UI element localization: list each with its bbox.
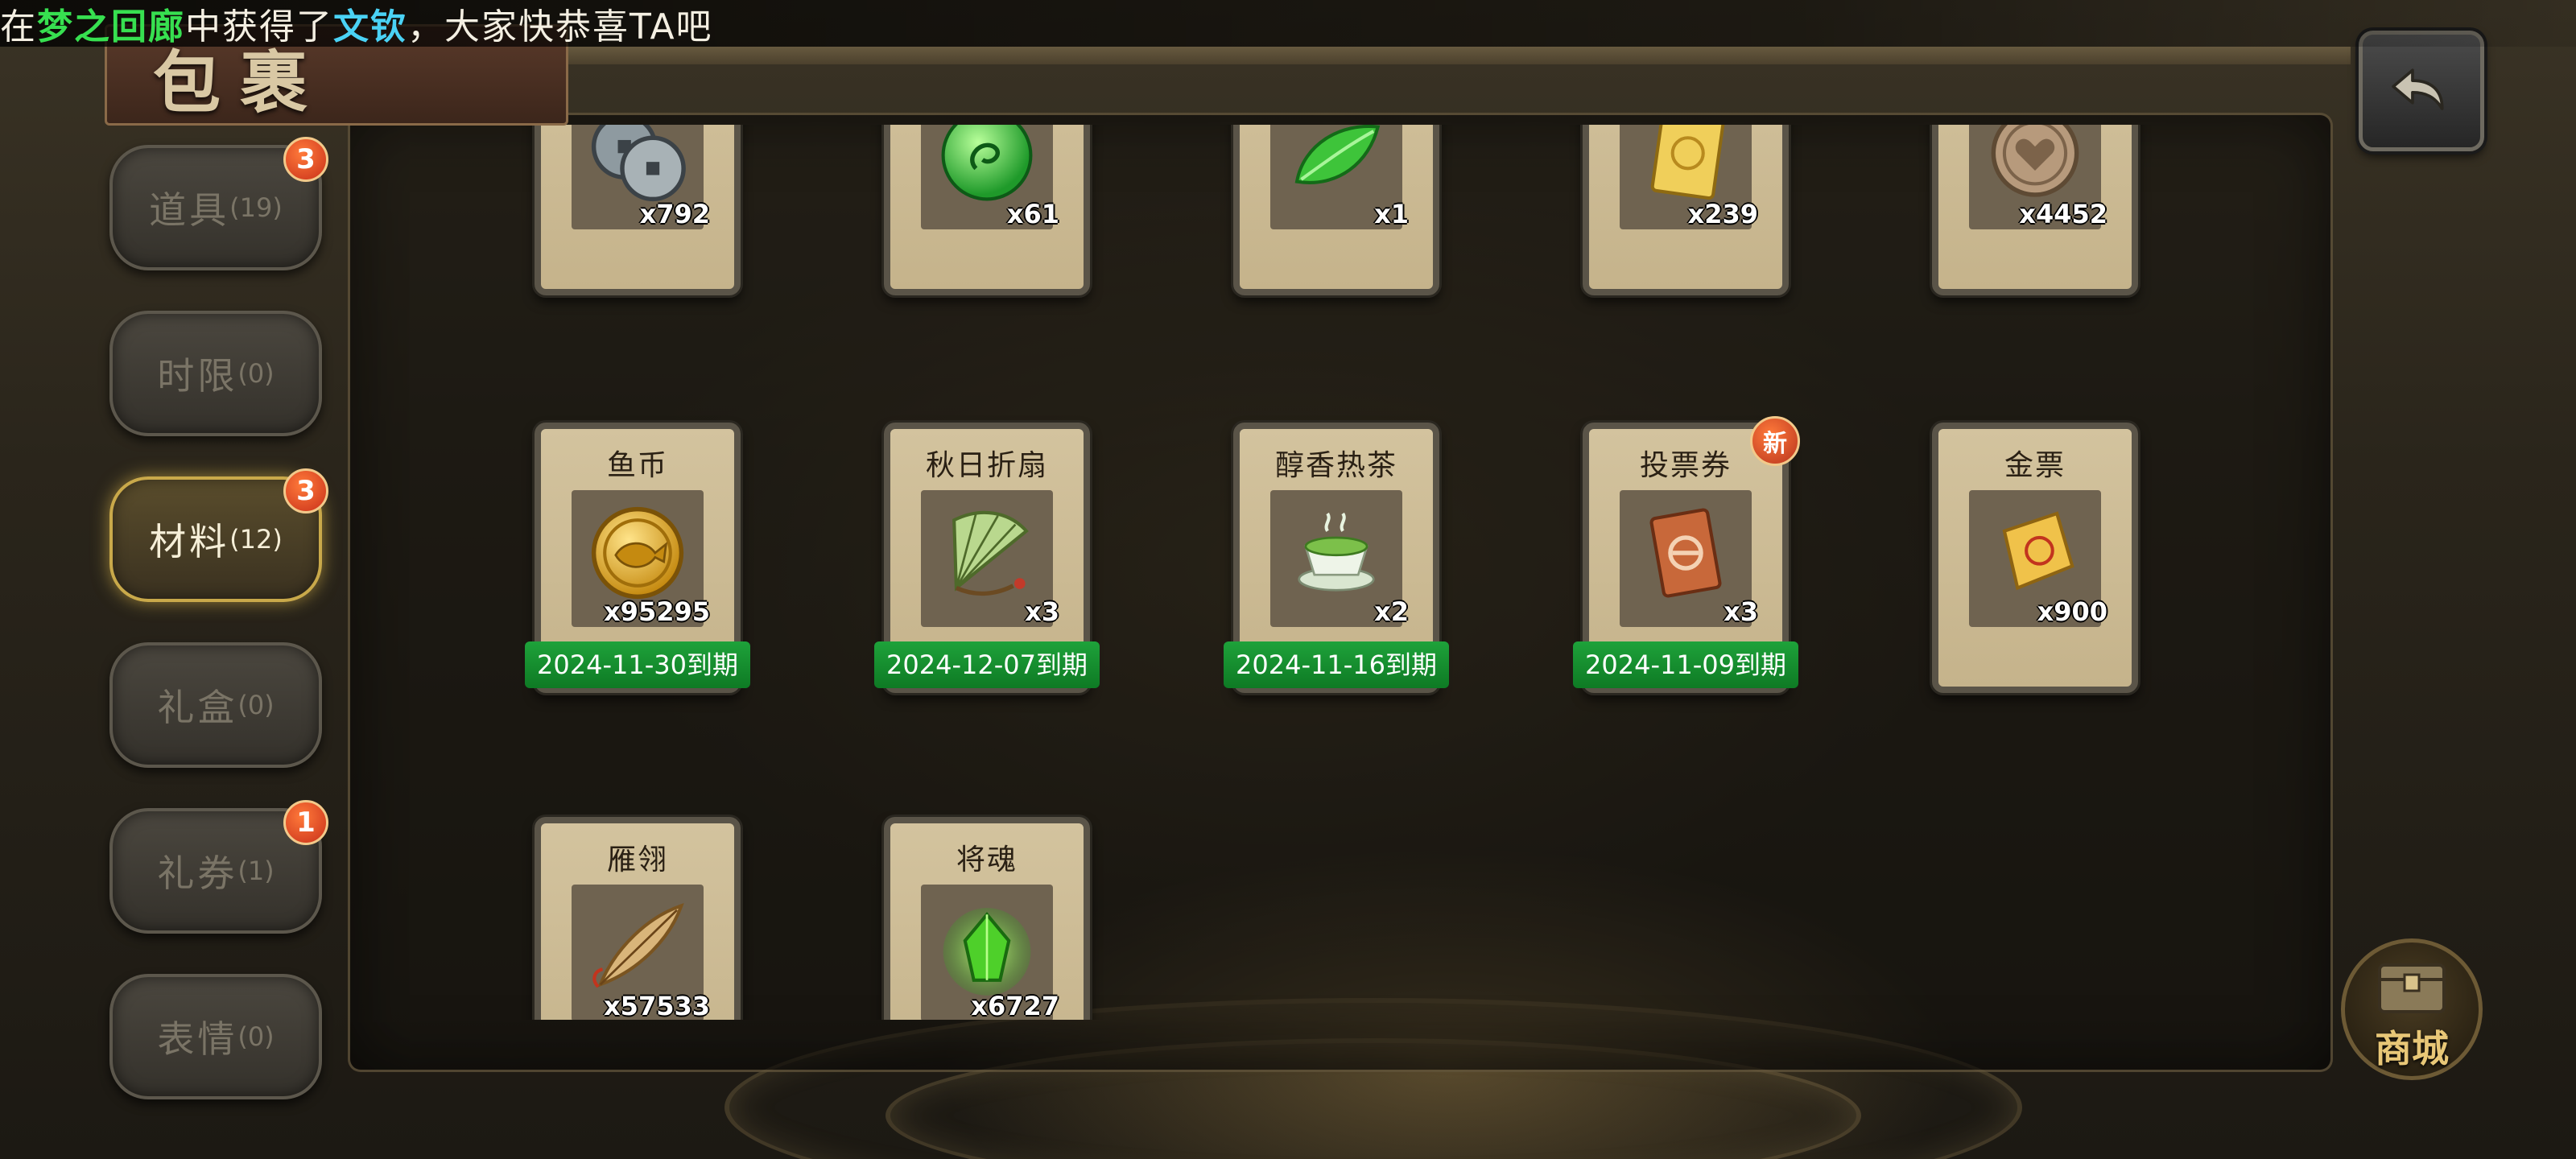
item-quantity: x239 xyxy=(1687,199,1758,229)
tab-emotes[interactable]: 表情 (0) xyxy=(109,974,322,1099)
item-card[interactable]: x792 xyxy=(535,125,741,295)
item-card[interactable]: x4452 xyxy=(1932,125,2138,295)
announce-prefix: 在 xyxy=(0,6,37,47)
item-quantity: x900 xyxy=(2037,596,2107,627)
item-quantity: x1 xyxy=(1374,199,1409,229)
tab-count: (1) xyxy=(237,856,275,886)
item-name: 雁翎 xyxy=(606,843,668,876)
tab-label: 礼券 xyxy=(157,852,238,895)
folding-fan-icon xyxy=(952,510,1029,596)
feather-icon xyxy=(592,903,684,988)
item-name: 金票 xyxy=(2004,449,2066,482)
tab-timed[interactable]: 时限 (0) xyxy=(109,311,322,436)
item-card[interactable]: 雁翎 x57533 xyxy=(535,817,741,1020)
notification-badge: 1 xyxy=(283,800,328,845)
item-card[interactable]: 醇香热茶 x2 2024-11-16到期 xyxy=(1224,423,1449,693)
item-name: 鱼币 xyxy=(606,449,668,482)
item-quantity: x4452 xyxy=(2019,199,2107,229)
notification-badge: 3 xyxy=(283,137,328,182)
tab-count: (0) xyxy=(237,358,275,389)
announce-item: 文钦 xyxy=(333,6,407,47)
tab-label: 材料 xyxy=(149,520,230,563)
expiry-label: 2024-11-09到期 xyxy=(1573,641,1798,688)
new-badge: 新 xyxy=(1750,416,1800,466)
item-card[interactable]: 金票 x900 xyxy=(1932,423,2138,693)
tab-count: (0) xyxy=(237,1021,275,1052)
tab-label: 表情 xyxy=(157,1017,238,1061)
tab-label: 时限 xyxy=(157,354,238,398)
item-quantity: x6727 xyxy=(971,991,1059,1020)
vote-ticket-icon xyxy=(1649,508,1722,598)
backpack-screen: 在 梦之回廊 中获得了 文钦 ，大家快恭喜TA吧 包裹 道具 (19) 3 时限(… xyxy=(0,0,2576,1159)
page-title: 包裹 xyxy=(153,43,328,122)
item-quantity: x3 xyxy=(1025,596,1059,627)
tab-label: 道具 xyxy=(149,188,230,232)
gold-scroll-icon xyxy=(2002,511,2074,591)
tab-label: 礼盒 xyxy=(157,686,238,729)
item-quantity: x57533 xyxy=(604,991,710,1020)
item-card[interactable]: x61 xyxy=(884,125,1090,295)
item-quantity: x792 xyxy=(639,199,710,229)
tab-vouchers[interactable]: 礼券 (1) 1 xyxy=(109,800,328,934)
item-quantity: x95295 xyxy=(604,596,710,627)
item-card[interactable]: x239 xyxy=(1583,125,1789,295)
tab-items[interactable]: 道具 (19) 3 xyxy=(109,137,328,270)
fish-coin-icon xyxy=(591,506,684,600)
item-quantity: x61 xyxy=(1006,199,1059,229)
shop-button[interactable]: 商城 xyxy=(2341,938,2483,1080)
notification-badge: 3 xyxy=(283,468,328,514)
shop-label: 商城 xyxy=(2375,1027,2449,1070)
item-quantity: x2 xyxy=(1374,596,1409,627)
item-name: 将魂 xyxy=(956,843,1018,876)
item-card[interactable]: 投票券 x3 2024-11-09到期 新 xyxy=(1573,416,1800,693)
item-card[interactable]: 将魂 x6727 xyxy=(884,817,1090,1020)
announcement-marquee: 在 梦之回廊 中获得了 文钦 ，大家快恭喜TA吧 xyxy=(0,0,2576,47)
item-name: 醇香热茶 xyxy=(1274,449,1397,482)
return-arrow-icon xyxy=(2392,68,2444,110)
item-quantity: x3 xyxy=(1724,596,1758,627)
tea-cup-icon xyxy=(1298,512,1375,592)
green-orb-icon xyxy=(941,125,1033,201)
tab-count: (12) xyxy=(229,524,283,555)
tab-count: (19) xyxy=(229,192,283,223)
gold-card-icon xyxy=(1650,125,1725,200)
item-card[interactable]: 鱼币 x95295 2024-11-30到期 xyxy=(525,423,750,693)
expiry-label: 2024-12-07到期 xyxy=(874,641,1100,688)
item-name: 秋日折扇 xyxy=(925,449,1048,482)
tab-count: (0) xyxy=(237,690,275,720)
expiry-label: 2024-11-16到期 xyxy=(1224,641,1449,688)
back-button[interactable] xyxy=(2359,31,2484,151)
top-frame-bar xyxy=(564,47,2351,64)
announce-suffix: ，大家快恭喜TA吧 xyxy=(407,6,713,47)
item-card[interactable]: x1 xyxy=(1233,125,1439,295)
item-card[interactable]: 秋日折扇 x3 2024-12-07到期 xyxy=(874,423,1100,693)
tab-materials[interactable]: 材料 (12) 3 xyxy=(109,468,328,602)
item-grid[interactable]: x792 x61 x1 x239 x4452 鱼币 x95295 2024-11… xyxy=(348,125,2328,1020)
expiry-label: 2024-11-30到期 xyxy=(525,641,750,688)
heart-coin-icon xyxy=(1991,125,2079,197)
copper-coins-icon xyxy=(591,125,686,202)
green-leaf-icon xyxy=(1294,125,1381,184)
green-spirit-icon xyxy=(943,908,1031,996)
tab-gift-boxes[interactable]: 礼盒 (0) xyxy=(109,642,322,768)
